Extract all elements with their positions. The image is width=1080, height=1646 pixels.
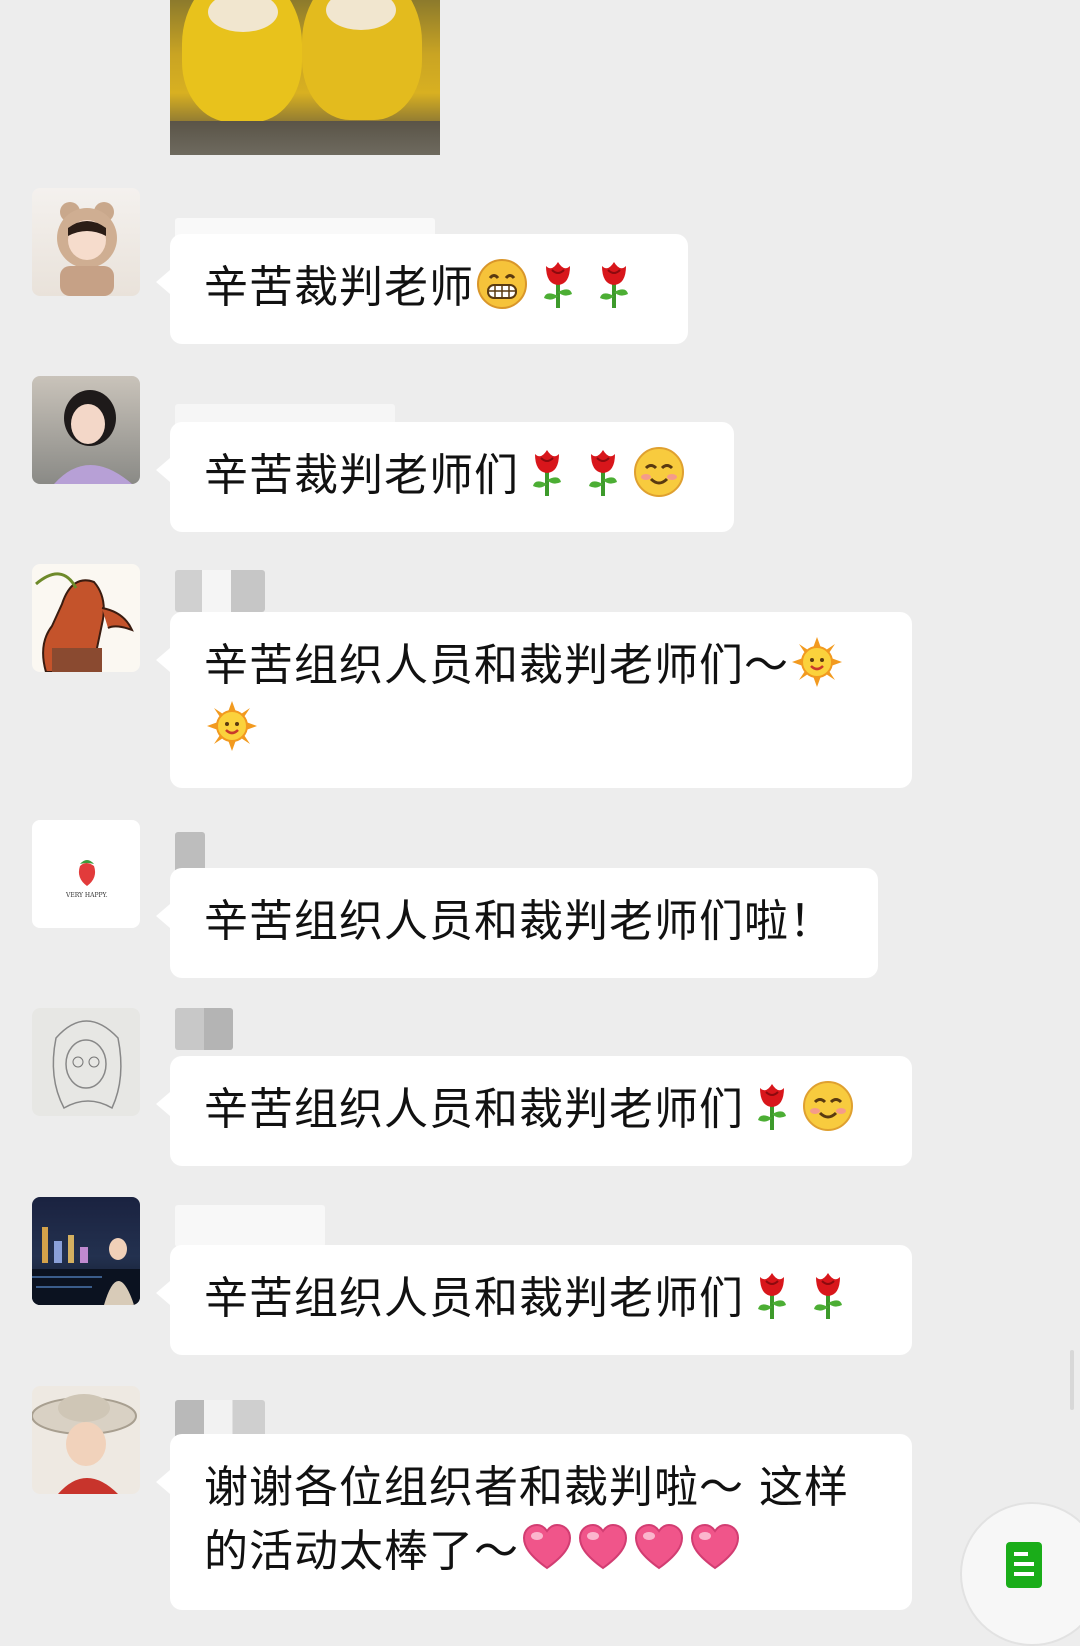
avatar-girl-bear-hood-icon — [57, 202, 117, 296]
message-bubble[interactable]: 辛苦组织人员和裁判老师们～ — [156, 612, 912, 788]
message-text: 辛苦组织人员和裁判老师们 — [204, 1273, 744, 1324]
avatar[interactable] — [32, 1008, 140, 1116]
photo-railing — [170, 121, 440, 155]
sender-name-hidden — [175, 570, 265, 612]
avatar[interactable] — [32, 188, 140, 296]
sun-icon — [791, 636, 843, 688]
document-icon[interactable] — [1006, 1542, 1042, 1588]
message-bubble[interactable]: 辛苦组织人员和裁判老师们啦！ — [156, 868, 878, 978]
sun-icon — [206, 700, 258, 752]
message-text-line1: 谢谢各位组织者和裁判啦～ 这样 — [204, 1462, 849, 1513]
rose-icon — [588, 258, 640, 310]
message-text-line2: 的活动太棒了～ — [204, 1526, 519, 1577]
message-bubble[interactable]: 谢谢各位组织者和裁判啦～ 这样 的活动太棒了～ — [156, 1434, 912, 1610]
sender-name-hidden — [175, 1205, 325, 1247]
avatar-drawn-redhead-icon — [35, 572, 134, 672]
scrollbar[interactable] — [1070, 1350, 1074, 1410]
heart-icon — [577, 1522, 629, 1574]
heart-icon — [689, 1522, 741, 1574]
heart-icon — [633, 1522, 685, 1574]
avatar[interactable] — [32, 1386, 140, 1494]
message-text: 辛苦组织人员和裁判老师们 — [204, 1084, 744, 1135]
avatar-caption: VERY HAPPY. — [66, 892, 108, 899]
avatar-sketch-girl-icon — [52, 1020, 122, 1110]
message-text-line1: 辛苦组织人员和裁判老师们～ — [204, 640, 789, 691]
rose-icon — [746, 1269, 798, 1321]
message-bubble[interactable]: 辛苦裁判老师 — [156, 234, 688, 344]
grin-icon — [476, 258, 528, 310]
rose-icon — [746, 1080, 798, 1132]
message-bubble[interactable]: 辛苦裁判老师们 — [156, 422, 734, 532]
strawberry-icon — [78, 860, 96, 886]
avatar[interactable] — [32, 564, 140, 672]
blush-icon — [633, 446, 685, 498]
avatar-girl-purple-icon — [54, 390, 132, 484]
shared-photo[interactable] — [170, 0, 440, 155]
heart-icon — [521, 1522, 573, 1574]
avatar-night-city-icon — [32, 1227, 140, 1305]
rose-icon — [521, 446, 573, 498]
rose-icon — [577, 446, 629, 498]
rose-icon — [532, 258, 584, 310]
avatar[interactable] — [32, 1197, 140, 1305]
avatar-straw-hat-icon — [32, 1394, 137, 1494]
rose-icon — [802, 1269, 854, 1321]
message-bubble[interactable]: 辛苦组织人员和裁判老师们 — [156, 1245, 912, 1355]
blush-icon — [802, 1080, 854, 1132]
avatar[interactable]: VERY HAPPY. — [32, 820, 140, 928]
message-text: 辛苦裁判老师们 — [204, 450, 519, 501]
message-text: 辛苦裁判老师 — [204, 262, 474, 313]
sender-name-hidden — [175, 1008, 233, 1050]
message-text: 辛苦组织人员和裁判老师们啦！ — [204, 896, 834, 947]
message-bubble[interactable]: 辛苦组织人员和裁判老师们 — [156, 1056, 912, 1166]
avatar[interactable] — [32, 376, 140, 484]
